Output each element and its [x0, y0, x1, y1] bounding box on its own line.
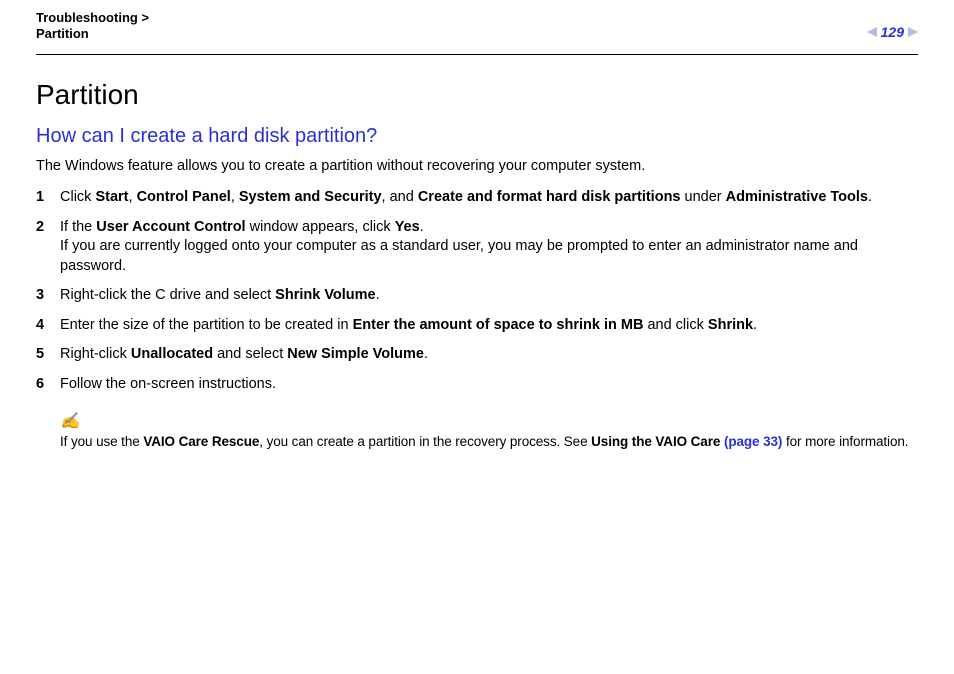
note-text: If you use the VAIO Care Rescue, you can…: [60, 434, 908, 449]
step-body: Right-click the C drive and select Shrin…: [60, 286, 918, 306]
step-number: 4: [36, 316, 60, 336]
steps-list: 1Click Start, Control Panel, System and …: [36, 188, 918, 395]
step-number: 1: [36, 188, 60, 208]
note-section: ✍ If you use the VAIO Care Rescue, you c…: [36, 411, 918, 451]
prev-page-icon[interactable]: [867, 27, 877, 37]
step-body: Right-click Unallocated and select New S…: [60, 345, 918, 365]
page-title: Partition: [36, 79, 918, 111]
page-reference-link[interactable]: (page 33): [724, 434, 782, 449]
note-icon: ✍: [60, 411, 918, 431]
breadcrumb-line-2: Partition: [36, 26, 89, 41]
step-body: Click Start, Control Panel, System and S…: [60, 188, 918, 208]
step-item: 5Right-click Unallocated and select New …: [36, 345, 918, 365]
step-item: 6Follow the on-screen instructions.: [36, 375, 918, 395]
step-number: 3: [36, 286, 60, 306]
step-body: Follow the on-screen instructions.: [60, 375, 918, 395]
step-body: Enter the size of the partition to be cr…: [60, 316, 918, 336]
page-number: 129: [879, 24, 906, 40]
step-body: If the User Account Control window appea…: [60, 218, 918, 277]
next-page-icon[interactable]: [908, 27, 918, 37]
section-heading: How can I create a hard disk partition?: [36, 125, 918, 148]
breadcrumb-line-1: Troubleshooting >: [36, 10, 149, 25]
intro-text: The Windows feature allows you to create…: [36, 158, 918, 174]
header-divider: [36, 54, 918, 55]
step-item: 3Right-click the C drive and select Shri…: [36, 286, 918, 306]
step-number: 2: [36, 218, 60, 277]
step-number: 5: [36, 345, 60, 365]
step-item: 4Enter the size of the partition to be c…: [36, 316, 918, 336]
breadcrumb: Troubleshooting > Partition: [36, 10, 918, 42]
step-item: 2If the User Account Control window appe…: [36, 218, 918, 277]
page-number-nav: 129: [867, 24, 918, 40]
step-item: 1Click Start, Control Panel, System and …: [36, 188, 918, 208]
step-number: 6: [36, 375, 60, 395]
page-header: Troubleshooting > Partition 129: [36, 10, 918, 52]
